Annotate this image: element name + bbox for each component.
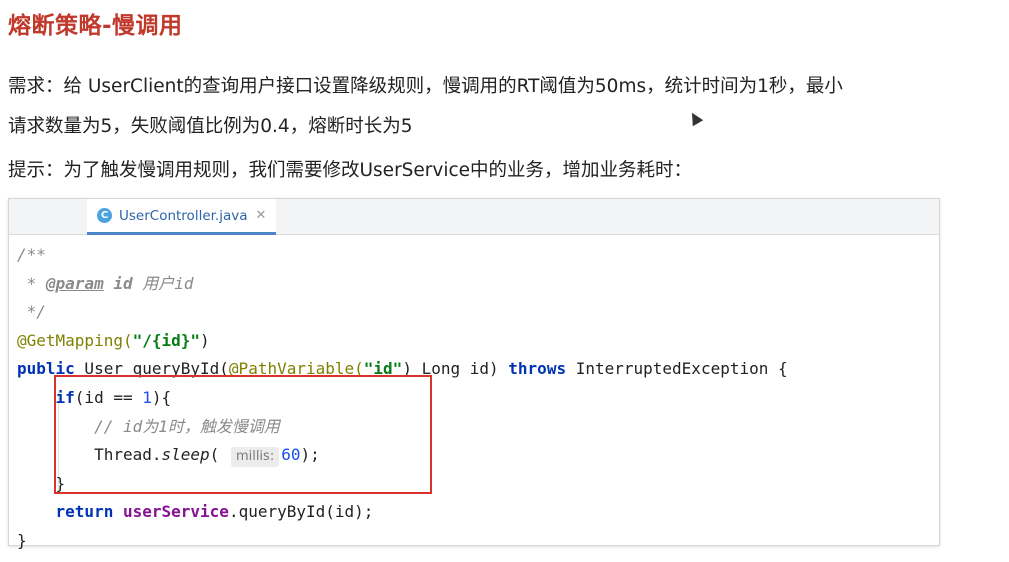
code-line: */ (17, 302, 46, 322)
tab-usercontroller[interactable]: C UserController.java ✕ (87, 199, 277, 235)
code-line: @GetMapping("/{id}") (17, 330, 210, 350)
code-editor: C UserController.java ✕ /** * @param id … (8, 198, 940, 550)
page-title: 熔断策略-慢调用 (8, 13, 183, 39)
code-line: return userService.queryById(id); (55, 502, 374, 522)
highlight-box (54, 375, 432, 494)
hint-text: 提示：为了触发慢调用规则，我们需要修改UserService中的业务，增加业务耗… (8, 160, 693, 181)
tab-label: UserController.java (119, 207, 248, 224)
java-class-icon: C (97, 208, 112, 223)
requirement-text-line2: 请求数量为5，失败阈值比例为0.4，熔断时长为5 (8, 116, 413, 137)
editor-tab-bar: C UserController.java ✕ (9, 199, 939, 235)
code-line: } (17, 530, 27, 550)
mouse-cursor-icon (686, 109, 704, 127)
close-icon[interactable]: ✕ (256, 208, 267, 223)
code-line: /** (17, 245, 46, 264)
code-line: * @param id 用户id (17, 273, 194, 293)
requirement-text-line1: 需求：给 UserClient的查询用户接口设置降级规则，慢调用的RT阈值为50… (8, 76, 843, 97)
